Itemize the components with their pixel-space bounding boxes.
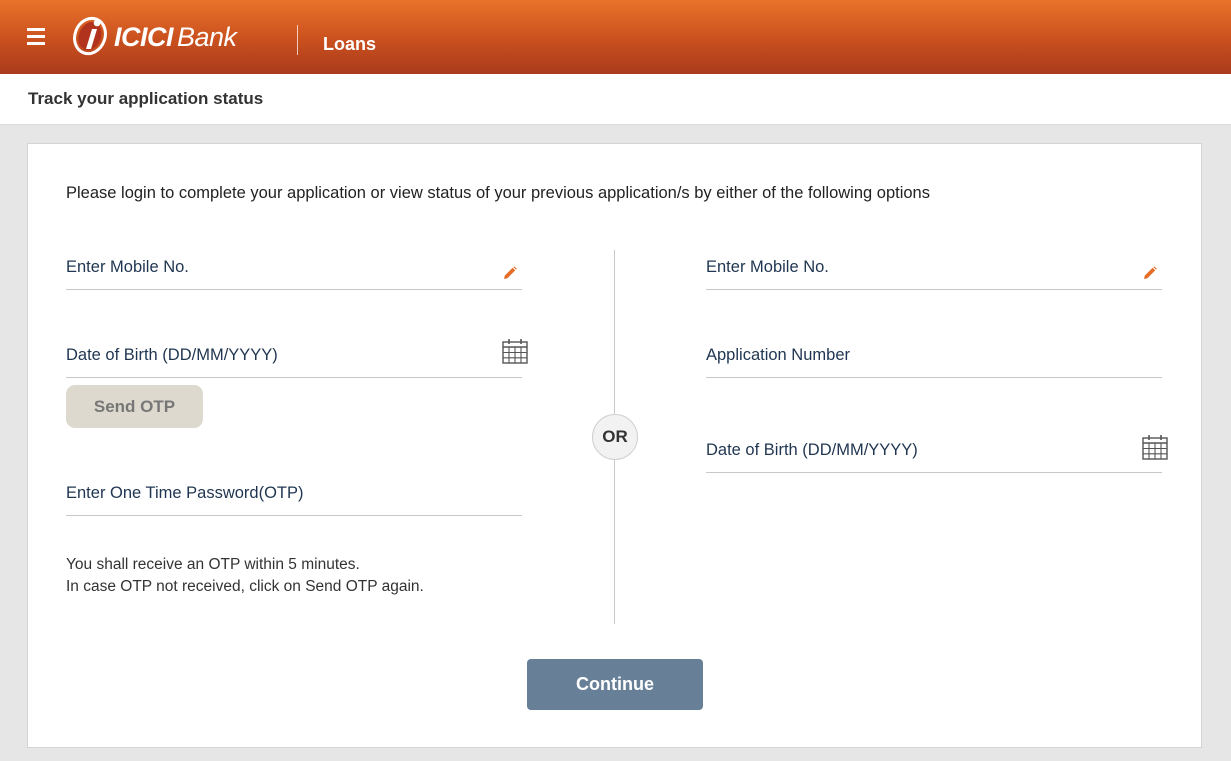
otp-field[interactable]: Enter One Time Password(OTP) xyxy=(66,471,522,516)
otp-input[interactable] xyxy=(66,471,522,515)
calendar-icon[interactable] xyxy=(502,338,528,364)
login-card: Please login to complete your applicatio… xyxy=(27,143,1202,748)
send-otp-button[interactable]: Send OTP xyxy=(66,385,203,428)
application-number-field[interactable]: Application Number xyxy=(706,333,1162,378)
brand-name: ICICI Bank xyxy=(114,22,237,53)
page-title: Track your application status xyxy=(28,89,264,108)
otp-note-line1: You shall receive an OTP within 5 minute… xyxy=(66,556,360,573)
left-dob-field[interactable]: Date of Birth (DD/MM/YYYY) xyxy=(66,333,528,378)
subheader: Track your application status xyxy=(0,74,1231,125)
intro-text: Please login to complete your applicatio… xyxy=(66,184,930,202)
section-title: Loans xyxy=(323,34,377,54)
otp-note-line2: In case OTP not received, click on Send … xyxy=(66,578,424,595)
right-mobile-input[interactable] xyxy=(706,245,1162,289)
calendar-icon[interactable] xyxy=(1142,434,1168,460)
application-number-input[interactable] xyxy=(706,333,1162,377)
left-dob-input[interactable] xyxy=(66,333,522,377)
header-divider xyxy=(297,25,298,55)
icici-bank-logo[interactable]: ICICI Bank xyxy=(70,12,237,56)
left-mobile-field[interactable]: Enter Mobile No. xyxy=(66,245,522,290)
right-mobile-field[interactable]: Enter Mobile No. xyxy=(706,245,1162,290)
or-badge: OR xyxy=(592,414,638,460)
left-mobile-input[interactable] xyxy=(66,245,522,289)
menu-icon[interactable] xyxy=(27,28,45,45)
pencil-icon[interactable] xyxy=(503,266,517,280)
otp-note: You shall receive an OTP within 5 minute… xyxy=(66,554,424,598)
right-dob-field[interactable]: Date of Birth (DD/MM/YYYY) xyxy=(706,428,1168,473)
continue-button[interactable]: Continue xyxy=(527,659,703,710)
right-dob-input[interactable] xyxy=(706,428,1162,472)
icici-logo-mark-icon xyxy=(73,16,107,56)
pencil-icon[interactable] xyxy=(1143,266,1157,280)
brand-name-regular: Bank xyxy=(177,21,237,52)
top-header: ICICI Bank Loans xyxy=(0,0,1231,74)
brand-name-bold: ICICI xyxy=(114,21,174,52)
